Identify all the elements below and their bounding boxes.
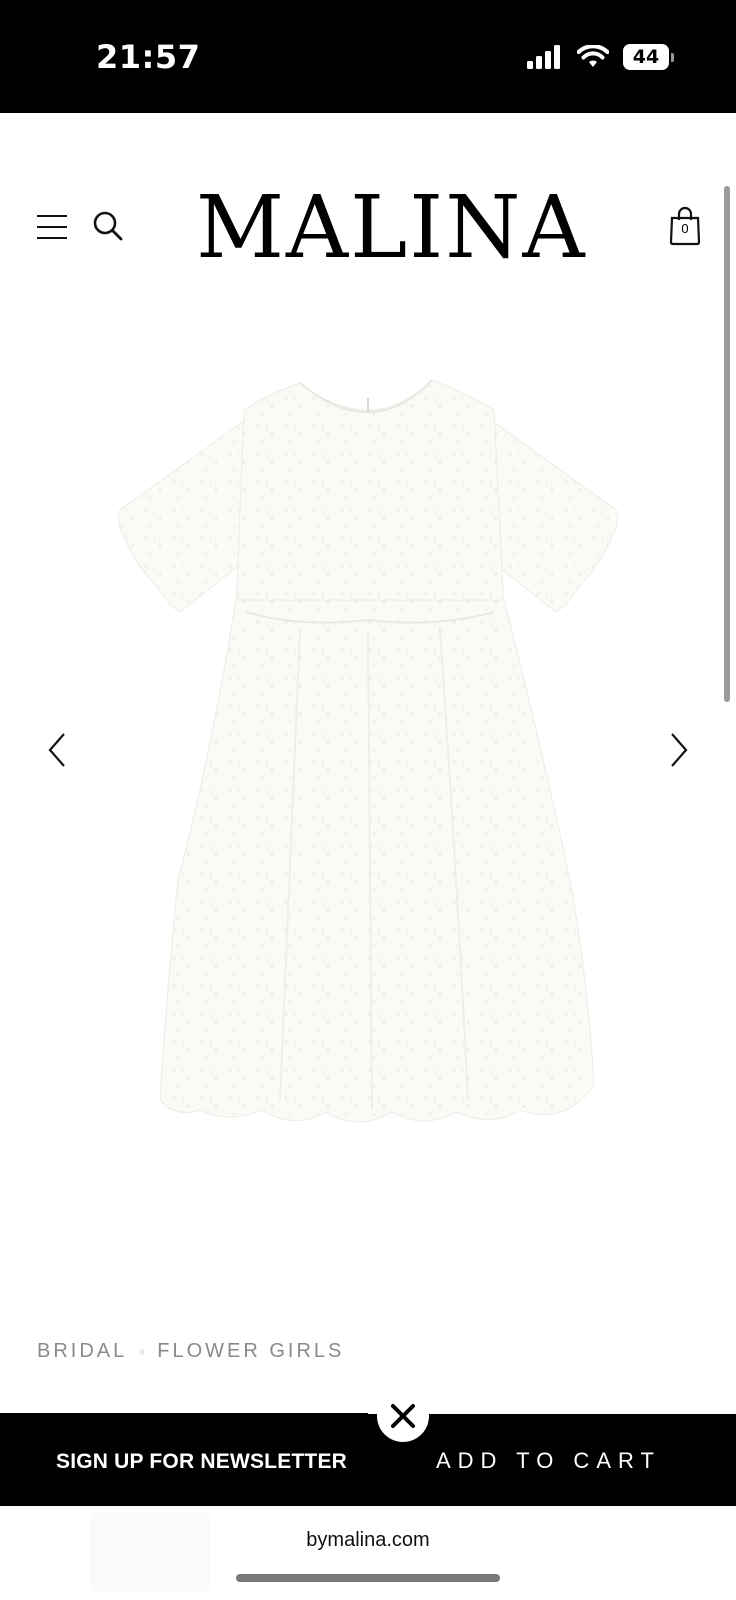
add-to-cart-button[interactable]: ADD TO CART xyxy=(436,1448,661,1474)
breadcrumb: BRIDAL FLOWER GIRLS xyxy=(37,1340,344,1363)
close-icon xyxy=(391,1404,415,1428)
search-icon[interactable] xyxy=(92,210,124,242)
breadcrumb-item-flower-girls[interactable]: FLOWER GIRLS xyxy=(157,1340,344,1363)
battery-tip xyxy=(671,52,674,62)
breadcrumb-item-bridal[interactable]: BRIDAL xyxy=(37,1340,127,1363)
faded-thumbnail xyxy=(90,1512,210,1592)
status-time: 21:57 xyxy=(96,38,201,76)
wifi-icon xyxy=(577,45,609,67)
home-indicator[interactable] xyxy=(236,1574,500,1582)
next-image-arrow-icon[interactable] xyxy=(664,730,694,770)
shopping-bag-icon[interactable]: 0 xyxy=(668,206,702,246)
product-image[interactable] xyxy=(0,330,736,1190)
bottom-action-bar: SIGN UP FOR NEWSLETTER ADD TO CART xyxy=(0,1414,736,1506)
breadcrumb-separator xyxy=(139,1348,146,1355)
close-newsletter-button[interactable] xyxy=(377,1390,429,1442)
site-header: MALINA 0 xyxy=(0,113,736,313)
site-logo[interactable]: MALINA xyxy=(196,183,585,273)
cart-count: 0 xyxy=(681,221,689,236)
previous-image-arrow-icon[interactable] xyxy=(42,730,72,770)
battery-icon: 44 xyxy=(623,44,674,70)
signal-icon xyxy=(527,45,560,69)
status-icons: 44 xyxy=(527,44,674,70)
menu-icon[interactable] xyxy=(37,214,67,240)
battery-level: 44 xyxy=(623,44,669,70)
newsletter-signup-button[interactable]: SIGN UP FOR NEWSLETTER xyxy=(56,1450,347,1474)
status-bar: 21:57 44 xyxy=(0,0,736,113)
